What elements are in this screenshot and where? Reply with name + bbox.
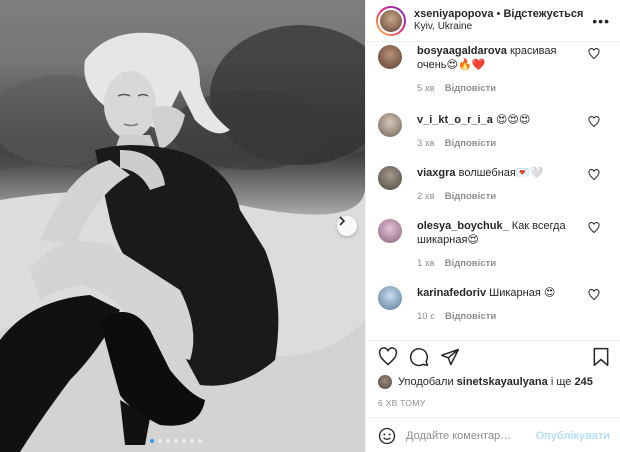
- comments-list[interactable]: bosyaagaldarova красивая очень😍🔥❤️ 5 хв …: [366, 43, 620, 340]
- header-separator: •: [496, 7, 501, 20]
- comment-text: волшебная💌🤍: [458, 167, 544, 179]
- heart-icon[interactable]: [588, 222, 600, 234]
- likes-prefix: Уподобали: [398, 376, 454, 388]
- heart-icon[interactable]: [588, 169, 600, 181]
- post-photo[interactable]: [0, 0, 365, 452]
- commenter-username[interactable]: v_i_kt_o_r_i_a: [417, 114, 493, 126]
- comment-text: Шикарная 😍: [489, 287, 556, 299]
- heart-icon[interactable]: [588, 116, 600, 128]
- emoji-icon[interactable]: [378, 427, 396, 445]
- author-info: xseniyapopova • Відстежується Kyiv, Ukra…: [414, 8, 583, 33]
- commenter-username[interactable]: karinafedoriv: [417, 287, 486, 299]
- post-side-panel: xseniyapopova • Відстежується Kyiv, Ukra…: [365, 0, 620, 452]
- comment-text: 😍😍😍: [495, 114, 531, 126]
- comment-time: 3 хв: [417, 138, 435, 149]
- more-options-button[interactable]: •••: [592, 13, 610, 29]
- carousel-dot: [150, 439, 154, 443]
- action-icons-row: [366, 341, 620, 373]
- add-comment-bar: Опублікувати: [366, 417, 620, 452]
- commenter-username[interactable]: viaxgra: [417, 167, 456, 179]
- comment-item: bosyaagaldarova красивая очень😍🔥❤️ 5 хв …: [366, 45, 620, 96]
- reply-button[interactable]: Відповісти: [445, 190, 496, 204]
- comment-input[interactable]: [406, 429, 536, 442]
- liker-username[interactable]: sinetskayaulyana: [457, 376, 548, 388]
- carousel-dot: [182, 439, 186, 443]
- carousel-dot: [174, 439, 178, 443]
- bookmark-icon[interactable]: [592, 347, 610, 367]
- post-location[interactable]: Kyiv, Ukraine: [414, 21, 583, 33]
- likes-count[interactable]: 245: [574, 376, 592, 388]
- comment-time: 5 хв: [417, 83, 435, 94]
- comment-item: v_i_kt_o_r_i_a 😍😍😍 3 хв Відповісти: [366, 113, 620, 151]
- commenter-avatar[interactable]: [378, 286, 402, 310]
- post-header: xseniyapopova • Відстежується Kyiv, Ukra…: [366, 0, 620, 42]
- commenter-avatar[interactable]: [378, 45, 402, 69]
- carousel-next-button[interactable]: [337, 216, 357, 236]
- comment-item: karinafedoriv Шикарная 😍 10 с Відповісти: [366, 286, 620, 324]
- post-actions: Уподобали sinetskayaulyana і ще 245 6 ХВ…: [366, 340, 620, 444]
- comment-item: viaxgra волшебная💌🤍 2 хв Відповісти: [366, 166, 620, 204]
- reply-button[interactable]: Відповісти: [445, 310, 496, 324]
- commenter-username[interactable]: olesya_boychuk_: [417, 220, 509, 232]
- liker-avatar[interactable]: [378, 375, 392, 389]
- comment-time: 2 хв: [417, 191, 435, 202]
- reply-button[interactable]: Відповісти: [445, 82, 496, 96]
- likes-summary: Уподобали sinetskayaulyana і ще 245: [378, 375, 593, 389]
- commenter-avatar[interactable]: [378, 113, 402, 137]
- commenter-username[interactable]: bosyaagaldarova: [417, 45, 507, 57]
- comment-time: 10 с: [417, 311, 435, 322]
- author-username[interactable]: xseniyapopova: [414, 8, 493, 20]
- likes-middle: і ще: [550, 376, 572, 388]
- share-icon[interactable]: [440, 347, 460, 367]
- comment-time: 1 хв: [417, 258, 435, 269]
- post-timestamp[interactable]: 6 ХВ ТОМУ: [378, 398, 425, 408]
- photo-illustration: [0, 0, 365, 452]
- commenter-avatar[interactable]: [378, 166, 402, 190]
- carousel-dot: [158, 439, 162, 443]
- chevron-right-icon: [339, 216, 346, 226]
- heart-icon[interactable]: [588, 289, 600, 301]
- reply-button[interactable]: Відповісти: [445, 137, 496, 151]
- reply-button[interactable]: Відповісти: [445, 257, 496, 271]
- heart-icon[interactable]: [588, 48, 600, 60]
- commenter-avatar[interactable]: [378, 219, 402, 243]
- follow-status-button[interactable]: Відстежується: [503, 8, 583, 20]
- comment-item: olesya_boychuk_ Как всегда шикарная😍 1 х…: [366, 219, 620, 271]
- carousel-dot: [198, 439, 202, 443]
- heart-icon[interactable]: [378, 347, 398, 367]
- carousel-dot: [190, 439, 194, 443]
- author-avatar[interactable]: [376, 5, 406, 36]
- carousel-dot: [166, 439, 170, 443]
- carousel-indicator: [150, 439, 202, 443]
- more-icon: •••: [592, 13, 610, 29]
- comment-icon[interactable]: [409, 347, 429, 367]
- publish-button[interactable]: Опублікувати: [536, 430, 610, 442]
